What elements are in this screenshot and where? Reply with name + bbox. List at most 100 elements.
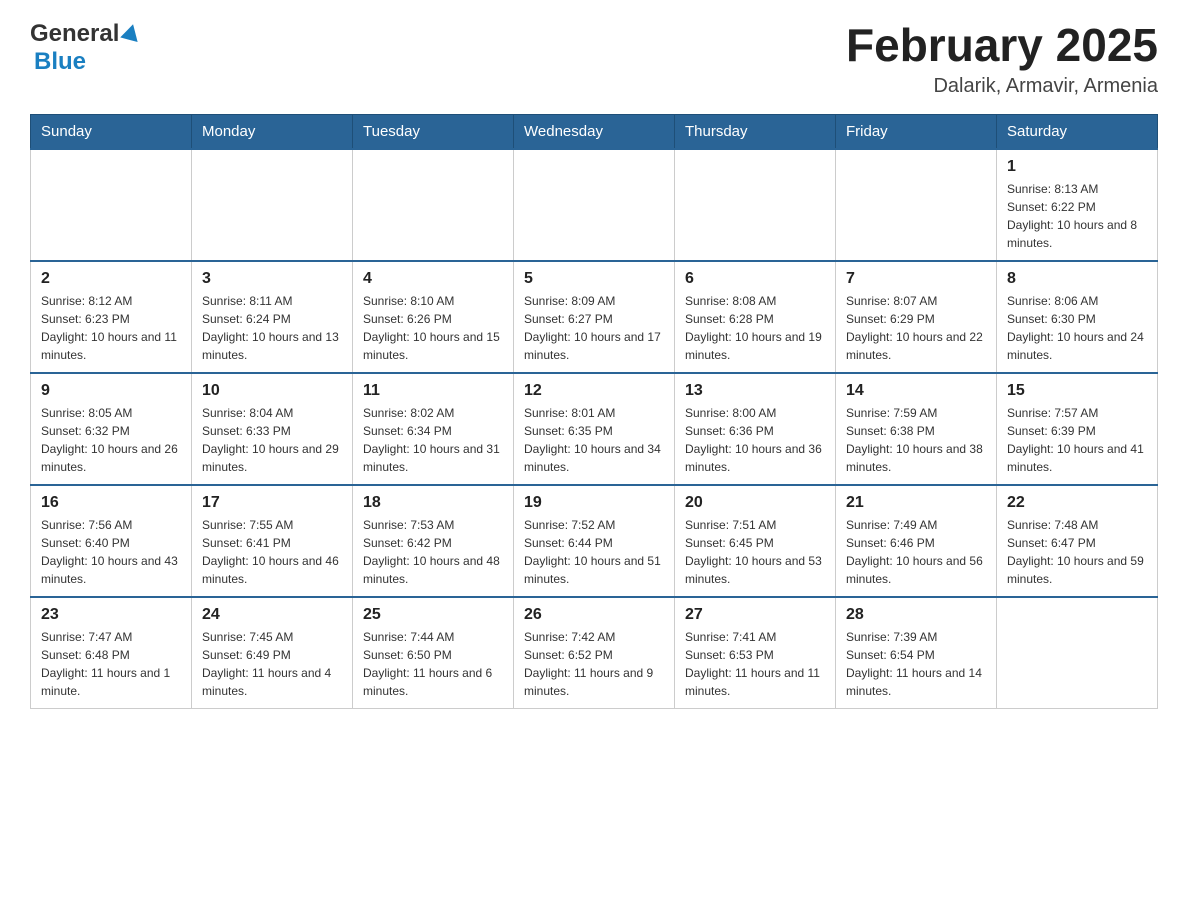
calendar-day-cell xyxy=(31,149,192,261)
calendar-day-cell: 10 Sunrise: 8:04 AM Sunset: 6:33 PM Dayli… xyxy=(192,373,353,485)
calendar-day-cell xyxy=(675,149,836,261)
day-number: 25 xyxy=(363,606,503,624)
calendar-day-cell: 3 Sunrise: 8:11 AM Sunset: 6:24 PM Daylig… xyxy=(192,261,353,373)
month-title: February 2025 xyxy=(846,20,1158,71)
day-number: 2 xyxy=(41,270,181,288)
logo: General Blue xyxy=(30,20,140,76)
day-info: Sunrise: 8:06 AM Sunset: 6:30 PM Dayligh… xyxy=(1007,292,1147,364)
calendar-day-cell: 22 Sunrise: 7:48 AM Sunset: 6:47 PM Dayli… xyxy=(997,485,1158,597)
calendar-day-cell: 4 Sunrise: 8:10 AM Sunset: 6:26 PM Daylig… xyxy=(353,261,514,373)
calendar-day-cell xyxy=(514,149,675,261)
calendar-day-cell: 9 Sunrise: 8:05 AM Sunset: 6:32 PM Daylig… xyxy=(31,373,192,485)
day-info: Sunrise: 7:42 AM Sunset: 6:52 PM Dayligh… xyxy=(524,628,664,700)
day-number: 23 xyxy=(41,606,181,624)
day-info: Sunrise: 7:49 AM Sunset: 6:46 PM Dayligh… xyxy=(846,516,986,588)
day-info: Sunrise: 8:05 AM Sunset: 6:32 PM Dayligh… xyxy=(41,404,181,476)
calendar-week-row: 2 Sunrise: 8:12 AM Sunset: 6:23 PM Daylig… xyxy=(31,261,1158,373)
day-number: 24 xyxy=(202,606,342,624)
calendar-table: SundayMondayTuesdayWednesdayThursdayFrid… xyxy=(30,114,1158,709)
day-number: 4 xyxy=(363,270,503,288)
calendar-day-cell: 20 Sunrise: 7:51 AM Sunset: 6:45 PM Dayli… xyxy=(675,485,836,597)
day-number: 10 xyxy=(202,382,342,400)
day-number: 15 xyxy=(1007,382,1147,400)
calendar-day-cell: 2 Sunrise: 8:12 AM Sunset: 6:23 PM Daylig… xyxy=(31,261,192,373)
day-info: Sunrise: 7:47 AM Sunset: 6:48 PM Dayligh… xyxy=(41,628,181,700)
calendar-day-cell: 15 Sunrise: 7:57 AM Sunset: 6:39 PM Dayli… xyxy=(997,373,1158,485)
calendar-day-cell: 21 Sunrise: 7:49 AM Sunset: 6:46 PM Dayli… xyxy=(836,485,997,597)
calendar-day-cell: 26 Sunrise: 7:42 AM Sunset: 6:52 PM Dayli… xyxy=(514,597,675,709)
calendar-day-cell: 1 Sunrise: 8:13 AM Sunset: 6:22 PM Daylig… xyxy=(997,149,1158,261)
logo-blue-text: Blue xyxy=(34,48,86,75)
day-number: 6 xyxy=(685,270,825,288)
weekday-header-cell: Sunday xyxy=(31,114,192,149)
calendar-day-cell: 16 Sunrise: 7:56 AM Sunset: 6:40 PM Dayli… xyxy=(31,485,192,597)
weekday-header-cell: Monday xyxy=(192,114,353,149)
weekday-header-cell: Tuesday xyxy=(353,114,514,149)
weekday-header-cell: Thursday xyxy=(675,114,836,149)
day-info: Sunrise: 7:57 AM Sunset: 6:39 PM Dayligh… xyxy=(1007,404,1147,476)
calendar-day-cell: 13 Sunrise: 8:00 AM Sunset: 6:36 PM Dayli… xyxy=(675,373,836,485)
logo-triangle-icon xyxy=(121,22,143,42)
calendar-body: 1 Sunrise: 8:13 AM Sunset: 6:22 PM Daylig… xyxy=(31,149,1158,709)
calendar-day-cell: 5Sunrise: 8:09 AM Sunset: 6:27 PM Daylig… xyxy=(514,261,675,373)
day-number: 3 xyxy=(202,270,342,288)
calendar-day-cell: 17Sunrise: 7:55 AM Sunset: 6:41 PM Dayli… xyxy=(192,485,353,597)
day-number: 27 xyxy=(685,606,825,624)
page-header: General Blue February 2025 Dalarik, Arma… xyxy=(30,20,1158,98)
calendar-day-cell: 8Sunrise: 8:06 AM Sunset: 6:30 PM Daylig… xyxy=(997,261,1158,373)
weekday-header-cell: Saturday xyxy=(997,114,1158,149)
calendar-day-cell: 28 Sunrise: 7:39 AM Sunset: 6:54 PM Dayli… xyxy=(836,597,997,709)
calendar-day-cell xyxy=(192,149,353,261)
day-info: Sunrise: 8:10 AM Sunset: 6:26 PM Dayligh… xyxy=(363,292,503,364)
calendar-week-row: 23 Sunrise: 7:47 AM Sunset: 6:48 PM Dayli… xyxy=(31,597,1158,709)
calendar-day-cell: 11 Sunrise: 8:02 AM Sunset: 6:34 PM Dayli… xyxy=(353,373,514,485)
day-info: Sunrise: 8:07 AM Sunset: 6:29 PM Dayligh… xyxy=(846,292,986,364)
weekday-header-cell: Friday xyxy=(836,114,997,149)
day-number: 17 xyxy=(202,494,342,512)
day-info: Sunrise: 8:04 AM Sunset: 6:33 PM Dayligh… xyxy=(202,404,342,476)
day-number: 11 xyxy=(363,382,503,400)
day-info: Sunrise: 8:00 AM Sunset: 6:36 PM Dayligh… xyxy=(685,404,825,476)
day-info: Sunrise: 8:08 AM Sunset: 6:28 PM Dayligh… xyxy=(685,292,825,364)
day-number: 21 xyxy=(846,494,986,512)
calendar-day-cell: 24 Sunrise: 7:45 AM Sunset: 6:49 PM Dayli… xyxy=(192,597,353,709)
day-info: Sunrise: 8:13 AM Sunset: 6:22 PM Dayligh… xyxy=(1007,180,1147,252)
day-number: 22 xyxy=(1007,494,1147,512)
calendar-week-row: 9 Sunrise: 8:05 AM Sunset: 6:32 PM Daylig… xyxy=(31,373,1158,485)
day-number: 16 xyxy=(41,494,181,512)
day-number: 19 xyxy=(524,494,664,512)
calendar-week-row: 16 Sunrise: 7:56 AM Sunset: 6:40 PM Dayli… xyxy=(31,485,1158,597)
day-info: Sunrise: 7:59 AM Sunset: 6:38 PM Dayligh… xyxy=(846,404,986,476)
day-info: Sunrise: 7:56 AM Sunset: 6:40 PM Dayligh… xyxy=(41,516,181,588)
calendar-day-cell xyxy=(997,597,1158,709)
weekday-header-cell: Wednesday xyxy=(514,114,675,149)
day-info: Sunrise: 7:45 AM Sunset: 6:49 PM Dayligh… xyxy=(202,628,342,700)
day-number: 9 xyxy=(41,382,181,400)
calendar-day-cell: 18Sunrise: 7:53 AM Sunset: 6:42 PM Dayli… xyxy=(353,485,514,597)
day-number: 1 xyxy=(1007,158,1147,176)
calendar-day-cell: 14Sunrise: 7:59 AM Sunset: 6:38 PM Dayli… xyxy=(836,373,997,485)
day-info: Sunrise: 7:39 AM Sunset: 6:54 PM Dayligh… xyxy=(846,628,986,700)
day-info: Sunrise: 8:11 AM Sunset: 6:24 PM Dayligh… xyxy=(202,292,342,364)
day-info: Sunrise: 8:02 AM Sunset: 6:34 PM Dayligh… xyxy=(363,404,503,476)
calendar-day-cell: 25 Sunrise: 7:44 AM Sunset: 6:50 PM Dayli… xyxy=(353,597,514,709)
day-number: 13 xyxy=(685,382,825,400)
day-number: 18 xyxy=(363,494,503,512)
day-info: Sunrise: 8:09 AM Sunset: 6:27 PM Dayligh… xyxy=(524,292,664,364)
calendar-day-cell: 19Sunrise: 7:52 AM Sunset: 6:44 PM Dayli… xyxy=(514,485,675,597)
calendar-day-cell: 27Sunrise: 7:41 AM Sunset: 6:53 PM Dayli… xyxy=(675,597,836,709)
calendar-day-cell: 23 Sunrise: 7:47 AM Sunset: 6:48 PM Dayli… xyxy=(31,597,192,709)
logo-general-text: General xyxy=(30,20,119,48)
calendar-day-cell: 7Sunrise: 8:07 AM Sunset: 6:29 PM Daylig… xyxy=(836,261,997,373)
title-section: February 2025 Dalarik, Armavir, Armenia xyxy=(846,20,1158,98)
day-info: Sunrise: 7:48 AM Sunset: 6:47 PM Dayligh… xyxy=(1007,516,1147,588)
day-info: Sunrise: 7:44 AM Sunset: 6:50 PM Dayligh… xyxy=(363,628,503,700)
day-number: 26 xyxy=(524,606,664,624)
calendar-day-cell xyxy=(836,149,997,261)
day-info: Sunrise: 7:51 AM Sunset: 6:45 PM Dayligh… xyxy=(685,516,825,588)
day-number: 20 xyxy=(685,494,825,512)
day-info: Sunrise: 8:12 AM Sunset: 6:23 PM Dayligh… xyxy=(41,292,181,364)
location-title: Dalarik, Armavir, Armenia xyxy=(846,75,1158,98)
weekday-header-row: SundayMondayTuesdayWednesdayThursdayFrid… xyxy=(31,114,1158,149)
day-number: 28 xyxy=(846,606,986,624)
